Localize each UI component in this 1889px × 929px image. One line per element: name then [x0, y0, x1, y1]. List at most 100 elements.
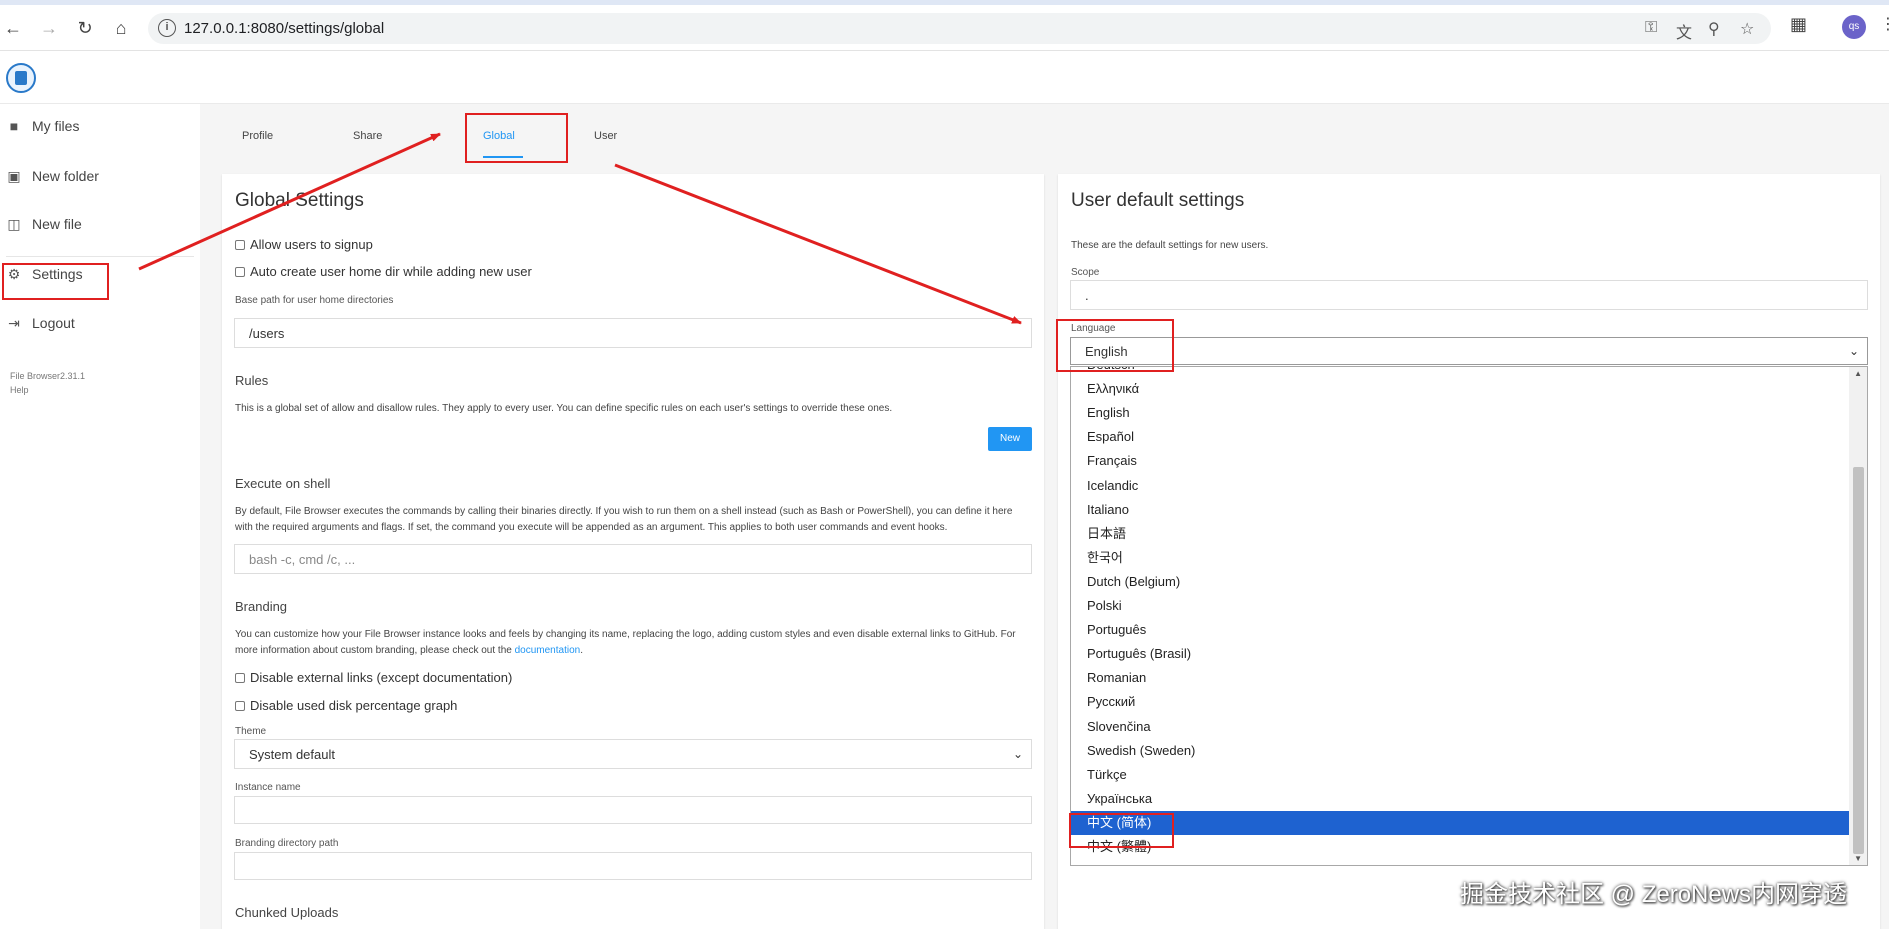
rules-title: Rules [235, 373, 269, 388]
shell-input[interactable]: bash -c, cmd /c, ... [234, 544, 1032, 574]
shell-description-1: By default, File Browser executes the co… [235, 506, 1013, 517]
language-option[interactable]: Polski [1071, 594, 1850, 618]
disable-external-links-checkbox[interactable]: Disable external links (except documenta… [235, 670, 512, 685]
disable-external-links-label: Disable external links (except documenta… [250, 670, 513, 685]
language-option[interactable]: 中文 (繁體) [1071, 835, 1850, 859]
documentation-link[interactable]: documentation [515, 645, 581, 656]
bookmark-star-icon[interactable]: ☆ [1740, 19, 1754, 39]
language-option[interactable]: Romanian [1071, 666, 1850, 690]
language-option[interactable]: Українська [1071, 787, 1850, 811]
language-option[interactable]: Icelandic [1071, 474, 1850, 498]
language-select[interactable]: English ⌄ [1070, 337, 1868, 365]
sidebar-item-label: My files [32, 118, 80, 134]
branding-description-2: more information about custom branding, … [235, 643, 583, 659]
sidebar-item-logout[interactable]: ⇥ Logout [6, 303, 196, 343]
base-path-label: Base path for user home directories [235, 295, 394, 306]
theme-select[interactable]: System default ⌄ [234, 739, 1032, 769]
language-option[interactable]: Swedish (Sweden) [1071, 739, 1850, 763]
allow-signup-checkbox[interactable]: Allow users to signup [235, 237, 373, 252]
back-icon[interactable]: ← [0, 15, 26, 41]
language-option[interactable]: Español [1071, 425, 1850, 449]
language-option[interactable]: 中文 (简体) [1071, 810, 1850, 835]
user-defaults-description: These are the default settings for new u… [1071, 240, 1269, 251]
scope-label: Scope [1071, 267, 1100, 278]
branding-description-text: more information about custom branding, … [235, 645, 512, 656]
profile-avatar[interactable]: qs [1842, 15, 1866, 39]
branding-dir-input[interactable] [234, 852, 1032, 880]
browser-menu-icon[interactable]: ⋮ [1880, 14, 1889, 34]
theme-select-value: System default [249, 746, 335, 762]
file-browser-logo[interactable] [6, 63, 36, 93]
language-option[interactable]: Ελληνικά [1071, 377, 1850, 401]
forward-icon[interactable]: → [36, 15, 62, 41]
translate-icon[interactable]: 文 [1676, 19, 1692, 43]
tab-profile-settings[interactable]: Profile Settings [242, 112, 282, 190]
scroll-up-icon[interactable]: ▲ [1854, 369, 1862, 378]
annotation-box-chinese-option [1069, 813, 1174, 848]
sidebar-item-label: New folder [32, 168, 99, 184]
help-link[interactable]: Help [10, 385, 29, 395]
scroll-down-icon[interactable]: ▼ [1854, 854, 1862, 863]
user-defaults-title: User default settings [1071, 190, 1245, 211]
sidebar-item-my-files[interactable]: ■ My files [6, 106, 196, 146]
branding-title: Branding [235, 599, 288, 614]
new-rule-button[interactable]: New [988, 427, 1032, 451]
language-option[interactable]: Français [1071, 449, 1850, 473]
dropdown-scrollbar[interactable]: ▲ ▼ [1849, 367, 1867, 865]
sidebar-item-label: Logout [32, 315, 75, 331]
disable-disk-graph-checkbox[interactable]: Disable used disk percentage graph [235, 698, 457, 713]
language-option[interactable]: Italiano [1071, 498, 1850, 522]
address-bar[interactable]: i 127.0.0.1:8080/settings/global ⚿ 文 ⚲ ☆ [148, 13, 1771, 44]
language-option[interactable]: Русский [1071, 690, 1850, 714]
language-option[interactable]: 한국어 [1071, 546, 1850, 570]
app-header [0, 52, 1889, 104]
extensions-icon[interactable]: ▦ [1790, 14, 1807, 35]
language-option[interactable]: Slovenčina [1071, 715, 1850, 739]
language-option[interactable]: English [1071, 401, 1850, 425]
annotation-box-global-tab [465, 113, 568, 163]
base-path-input[interactable]: /users [234, 318, 1032, 348]
auto-create-home-checkbox[interactable]: Auto create user home dir while adding n… [235, 264, 532, 279]
site-info-icon[interactable]: i [158, 19, 176, 37]
language-dropdown-list[interactable]: DeutschΕλληνικάEnglishEspañolFrançaisIce… [1070, 366, 1868, 866]
watermark-text: 掘金技术社区 @ ZeroNews内网穿透 [1460, 881, 1848, 908]
reload-icon[interactable]: ↻ [72, 15, 98, 41]
language-option[interactable]: Português [1071, 618, 1850, 642]
allow-signup-label: Allow users to signup [250, 237, 373, 252]
language-option[interactable]: Dutch (Belgium) [1071, 570, 1850, 594]
annotation-box-language [1056, 319, 1174, 372]
branding-description-period: . [580, 645, 583, 656]
chevron-down-icon: ⌄ [1012, 747, 1023, 761]
global-settings-title: Global Settings [235, 190, 364, 211]
folder-plus-icon: ▣ [7, 168, 21, 184]
shell-title: Execute on shell [235, 476, 331, 491]
tab-user-management[interactable]: User Management [594, 112, 658, 190]
browser-toolbar: ← → ↻ ⌂ i 127.0.0.1:8080/settings/global… [0, 5, 1889, 51]
language-option[interactable]: Português (Brasil) [1071, 642, 1850, 666]
instance-name-input[interactable] [234, 796, 1032, 824]
instance-name-label: Instance name [235, 782, 301, 793]
auto-create-home-label: Auto create user home dir while adding n… [250, 264, 532, 279]
annotation-box-settings [2, 263, 109, 300]
key-icon[interactable]: ⚿ [1645, 19, 1657, 37]
address-url[interactable]: 127.0.0.1:8080/settings/global [184, 20, 384, 37]
sidebar-item-label: New file [32, 216, 82, 232]
branding-dir-label: Branding directory path [235, 838, 339, 849]
branding-description-1: You can customize how your File Browser … [235, 629, 1016, 640]
home-icon[interactable]: ⌂ [108, 15, 134, 41]
version-text[interactable]: File Browser2.31.1 [10, 371, 85, 381]
global-settings-card: Global Settings Allow users to signup Au… [222, 174, 1044, 929]
sidebar-item-new-file[interactable]: ◫ New file [6, 204, 196, 244]
file-plus-icon: ◫ [7, 216, 21, 232]
language-option[interactable]: 日本語 [1071, 522, 1850, 546]
scope-input[interactable]: . [1070, 280, 1868, 310]
sidebar-item-new-folder[interactable]: ▣ New folder [6, 156, 196, 196]
zoom-icon[interactable]: ⚲ [1708, 19, 1720, 39]
disable-disk-graph-label: Disable used disk percentage graph [250, 698, 458, 713]
language-option[interactable]: Deutsch [1071, 367, 1850, 377]
sidebar: ■ My files ▣ New folder ◫ New file ⚙ Set… [0, 104, 200, 929]
tab-share-management[interactable]: Share Management [353, 112, 417, 190]
language-option[interactable]: Türkçe [1071, 763, 1850, 787]
dropdown-scroll-thumb[interactable] [1853, 467, 1864, 854]
shell-description-2: with the required arguments and flags. I… [235, 522, 948, 533]
